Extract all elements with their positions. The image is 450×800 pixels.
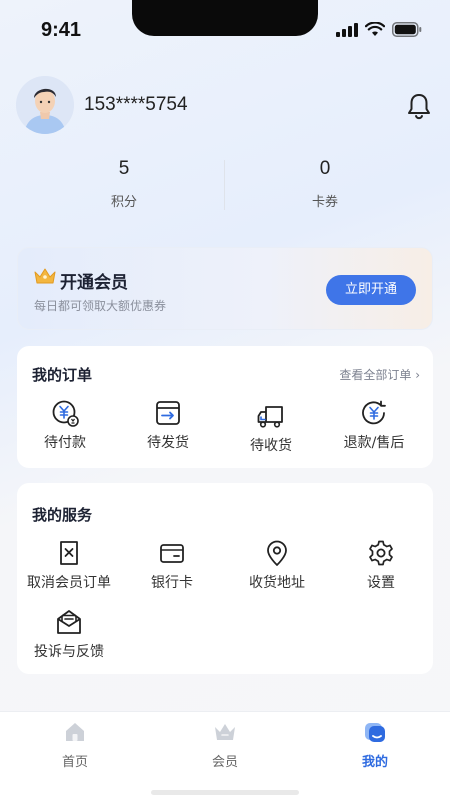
- service-label: 收货地址: [249, 575, 305, 591]
- services-card: 我的服务 取消会员订单 银行卡 收货地址 设置 投诉与反馈: [17, 483, 433, 674]
- pending-payment-icon: [52, 400, 79, 427]
- service-address[interactable]: 收货地址: [229, 538, 325, 592]
- service-label: 取消会员订单: [27, 575, 111, 591]
- refund-icon: [362, 400, 386, 425]
- membership-title: 开通会员: [60, 273, 128, 293]
- stats-divider: [224, 160, 225, 210]
- coupons-label: 卡券: [311, 195, 338, 210]
- status-bar: 9:41: [0, 0, 450, 60]
- order-pending-shipment[interactable]: 待发货: [120, 398, 216, 452]
- crown-icon: [215, 724, 235, 740]
- profile-tab-icon: [365, 723, 385, 742]
- activate-membership-button[interactable]: 立即开通: [326, 275, 416, 305]
- order-label: 待收货: [250, 438, 292, 454]
- feedback-icon: [57, 610, 81, 634]
- order-pending-receipt[interactable]: 待收货: [223, 401, 319, 455]
- pending-shipment-icon: [156, 401, 180, 425]
- order-refund[interactable]: 退款/售后: [326, 398, 422, 452]
- tab-member[interactable]: 会员: [175, 720, 275, 770]
- bell-icon[interactable]: [406, 92, 432, 120]
- status-time: 9:41: [41, 19, 82, 41]
- service-label: 银行卡: [151, 575, 193, 591]
- view-all-orders-link[interactable]: 查看全部订单 ›: [339, 366, 420, 383]
- order-label: 待付款: [44, 435, 86, 451]
- status-icons: [336, 22, 422, 37]
- tab-mine[interactable]: 我的: [325, 720, 425, 770]
- tab-label: 我的: [361, 755, 388, 770]
- order-label: 退款/售后: [343, 435, 405, 451]
- wifi-icon: [365, 22, 385, 36]
- crown-icon: [34, 268, 56, 284]
- stats-row: 5 积分 0 卡券: [24, 158, 426, 214]
- orders-title: 我的订单: [32, 366, 93, 384]
- membership-banner[interactable]: 开通会员 每日都可领取大额优惠券 立即开通: [17, 247, 433, 330]
- services-title: 我的服务: [32, 506, 93, 524]
- tab-label: 会员: [211, 755, 238, 770]
- service-settings[interactable]: 设置: [333, 538, 429, 592]
- points-value: 5: [118, 158, 130, 179]
- avatar[interactable]: [16, 76, 74, 134]
- truck-icon: [257, 406, 283, 428]
- service-label: 投诉与反馈: [34, 644, 104, 660]
- orders-card: 我的订单 查看全部订单 › 待付款 待发货 待收货 退款/售后: [17, 346, 433, 468]
- profile-header: 153****5754: [16, 76, 434, 136]
- points-label: 积分: [110, 195, 137, 210]
- tab-home[interactable]: 首页: [25, 720, 125, 770]
- order-label: 待发货: [147, 435, 189, 451]
- device-notch: [132, 0, 318, 36]
- coupons-stat[interactable]: 0 卡券: [245, 158, 405, 210]
- service-bank-card[interactable]: 银行卡: [124, 538, 220, 592]
- tab-label: 首页: [61, 755, 88, 770]
- coupons-value: 0: [319, 158, 331, 179]
- gear-icon: [369, 540, 393, 566]
- service-feedback[interactable]: 投诉与反馈: [21, 607, 117, 661]
- bottom-tab-bar: 首页 会员 我的: [0, 711, 450, 800]
- home-indicator: [151, 790, 299, 795]
- service-cancel-member-order[interactable]: 取消会员订单: [21, 538, 117, 592]
- cancel-order-icon: [60, 541, 78, 565]
- points-stat[interactable]: 5 积分: [44, 158, 204, 210]
- home-icon: [66, 723, 84, 741]
- service-label: 设置: [367, 575, 395, 591]
- signal-icon: [336, 22, 358, 37]
- battery-icon: [392, 22, 422, 37]
- order-pending-payment[interactable]: 待付款: [17, 398, 113, 452]
- location-icon: [267, 540, 287, 566]
- membership-subtitle: 每日都可领取大额优惠券: [34, 299, 167, 313]
- bank-card-icon: [160, 544, 184, 563]
- phone-number: 153****5754: [84, 94, 188, 115]
